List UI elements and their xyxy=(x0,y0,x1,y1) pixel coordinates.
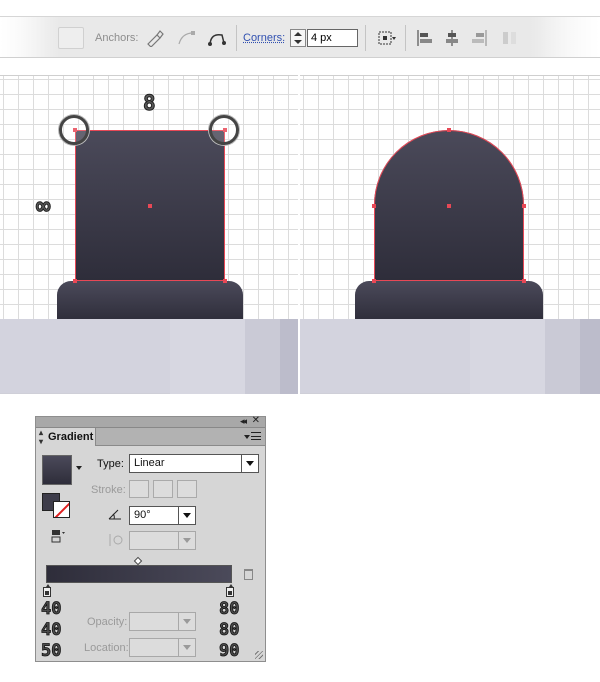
left-stop-r: 40 xyxy=(41,599,62,620)
location-label: Location: xyxy=(84,642,129,654)
anchor-point[interactable] xyxy=(447,128,451,132)
convert-anchor-icon[interactable] xyxy=(145,29,165,48)
panel-menu-icon[interactable] xyxy=(251,432,261,440)
reverse-gradient-icon[interactable] xyxy=(50,529,66,543)
align-center-icon[interactable] xyxy=(442,29,462,47)
opacity-select[interactable] xyxy=(129,612,196,631)
left-stop-g: 40 xyxy=(41,620,62,641)
floor-background xyxy=(0,319,600,394)
highlight-circle xyxy=(59,115,89,145)
tab-gradient[interactable]: ▴ ▾ Gradient xyxy=(36,428,96,446)
separator xyxy=(365,25,366,51)
stroke-swatch[interactable] xyxy=(53,501,70,518)
separator xyxy=(405,25,406,51)
gradient-panel: ◂◂ ✕ ▴ ▾ Gradient Type: Linear Stroke: 90… xyxy=(35,415,266,662)
right-stop-b: 90 xyxy=(219,641,240,662)
control-bar: Anchors: Corners: 4 px xyxy=(0,16,600,58)
swatch-dropdown-icon[interactable] xyxy=(76,466,82,470)
tab-label: Gradient xyxy=(48,431,94,443)
stroke-label: Stroke: xyxy=(91,484,126,496)
highlight-circle xyxy=(209,115,239,145)
divider xyxy=(298,75,300,394)
aspect-ratio-icon xyxy=(107,533,123,547)
angle-icon xyxy=(108,508,122,520)
stroke-along-button[interactable] xyxy=(153,480,173,498)
gradient-swatch[interactable] xyxy=(42,455,72,485)
base-shape-right[interactable] xyxy=(355,281,543,321)
aspect-ratio-select[interactable] xyxy=(129,531,196,550)
distribute-icon[interactable] xyxy=(500,29,520,47)
anchors-label: Anchors: xyxy=(95,32,139,44)
step-symbol: ∞ xyxy=(35,192,51,221)
panel-titlebar[interactable]: ◂◂ ✕ xyxy=(36,415,265,428)
type-select[interactable]: Linear xyxy=(129,454,259,473)
anchor-point[interactable] xyxy=(372,204,376,208)
align-right-icon[interactable] xyxy=(469,29,489,47)
anchor-point[interactable] xyxy=(73,279,77,283)
gradient-slider[interactable] xyxy=(46,565,232,583)
corners-input[interactable]: 4 px xyxy=(307,29,358,47)
step-number: 8 xyxy=(143,91,157,116)
anchor-point[interactable] xyxy=(372,279,376,283)
right-stop-r: 80 xyxy=(219,599,240,620)
base-shape-left[interactable] xyxy=(57,281,243,321)
right-stop-g: 80 xyxy=(219,620,240,641)
center-point xyxy=(447,204,451,208)
align-left-icon[interactable] xyxy=(415,29,435,47)
panel-menu-arrow-icon[interactable] xyxy=(244,435,250,439)
ghost-button[interactable] xyxy=(58,27,84,49)
transform-icon[interactable] xyxy=(376,29,396,47)
corners-stepper[interactable] xyxy=(290,29,306,47)
corner-widget-icon[interactable] xyxy=(207,29,227,47)
location-select[interactable] xyxy=(129,638,196,657)
type-label: Type: xyxy=(97,458,124,470)
left-stop-b: 50 xyxy=(41,641,62,662)
updown-icon[interactable]: ▴ ▾ xyxy=(39,428,43,446)
collapse-icon[interactable]: ◂◂ xyxy=(240,416,247,427)
stroke-within-button[interactable] xyxy=(129,480,149,498)
gradient-stop-left[interactable] xyxy=(43,584,51,597)
panel-tabrow: ▴ ▾ Gradient xyxy=(36,428,265,446)
center-point xyxy=(148,204,152,208)
handles-icon[interactable] xyxy=(176,29,196,47)
angle-value: 90° xyxy=(134,509,151,521)
type-value: Linear xyxy=(134,457,165,469)
anchor-point[interactable] xyxy=(223,279,227,283)
delete-stop-icon[interactable] xyxy=(244,569,253,580)
anchor-point[interactable] xyxy=(522,204,526,208)
resize-grip[interactable] xyxy=(255,651,263,659)
close-icon[interactable]: ✕ xyxy=(252,415,260,426)
anchor-point[interactable] xyxy=(522,279,526,283)
separator xyxy=(236,25,237,51)
midpoint-diamond[interactable] xyxy=(133,556,143,566)
opacity-label: Opacity: xyxy=(87,616,128,628)
stroke-across-button[interactable] xyxy=(177,480,197,498)
angle-select[interactable]: 90° xyxy=(129,506,196,525)
corners-label[interactable]: Corners: xyxy=(243,17,285,59)
gradient-stop-right[interactable] xyxy=(226,584,234,597)
